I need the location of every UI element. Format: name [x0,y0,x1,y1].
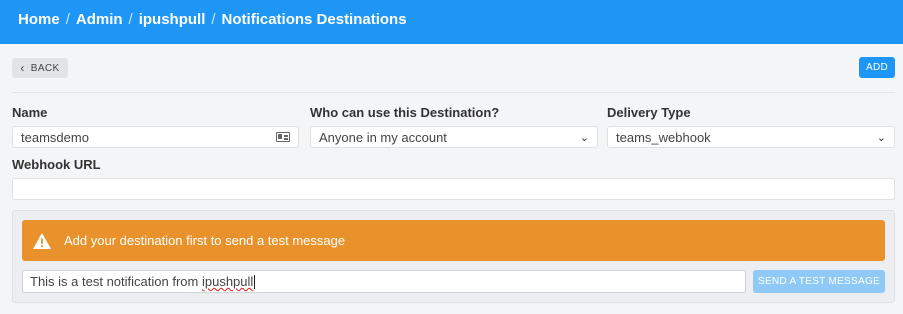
breadcrumb-current-page: Notifications Destinations [221,11,407,28]
name-label: Name [12,105,48,120]
warning-alert: Add your destination first to send a tes… [22,220,885,261]
alert-text: Add your destination first to send a tes… [64,233,346,248]
chevron-left-icon: ‹ [20,61,25,75]
test-message-input[interactable]: This is a test notification from ipushpu… [22,270,746,293]
delivery-type-value: teams_webhook [616,129,711,145]
who-can-use-label: Who can use this Destination? [310,105,500,120]
breadcrumb: Home / Admin / ipushpull / Notifications Desti… [18,11,407,28]
delivery-type-label: Delivery Type [607,105,691,120]
back-button[interactable]: ‹ BACK [12,58,68,78]
divider [12,92,895,93]
text-caret [254,274,256,289]
send-test-message-button[interactable]: SEND A TEST MESSAGE [753,270,885,293]
breadcrumb-separator: / [65,11,70,28]
name-value: teamsdemo [21,129,89,145]
add-button[interactable]: ADD [859,57,895,78]
delivery-type-select[interactable]: teams_webhook ⌄ [607,126,895,148]
chevron-down-icon: ⌄ [876,131,886,144]
chevron-down-icon: ⌄ [579,131,589,144]
test-message-text: This is a test notification from [30,274,199,289]
test-message-misspelled-word: ipushpull [201,274,254,289]
webhook-url-label: Webhook URL [12,157,101,172]
who-can-use-select[interactable]: Anyone in my account ⌄ [310,126,598,148]
name-input[interactable]: teamsdemo [12,126,299,148]
who-can-use-value: Anyone in my account [319,129,447,145]
webhook-url-input[interactable] [12,178,895,200]
back-button-label: BACK [30,62,60,74]
top-bar: Home / Admin / ipushpull / Notifications Desti… [0,0,903,44]
breadcrumb-home[interactable]: Home [18,11,60,28]
id-card-icon [276,132,290,142]
warning-icon [33,232,51,249]
breadcrumb-separator: / [128,11,133,28]
breadcrumb-organization[interactable]: ipushpull [139,11,206,28]
breadcrumb-admin[interactable]: Admin [76,11,123,28]
breadcrumb-separator: / [211,11,216,28]
